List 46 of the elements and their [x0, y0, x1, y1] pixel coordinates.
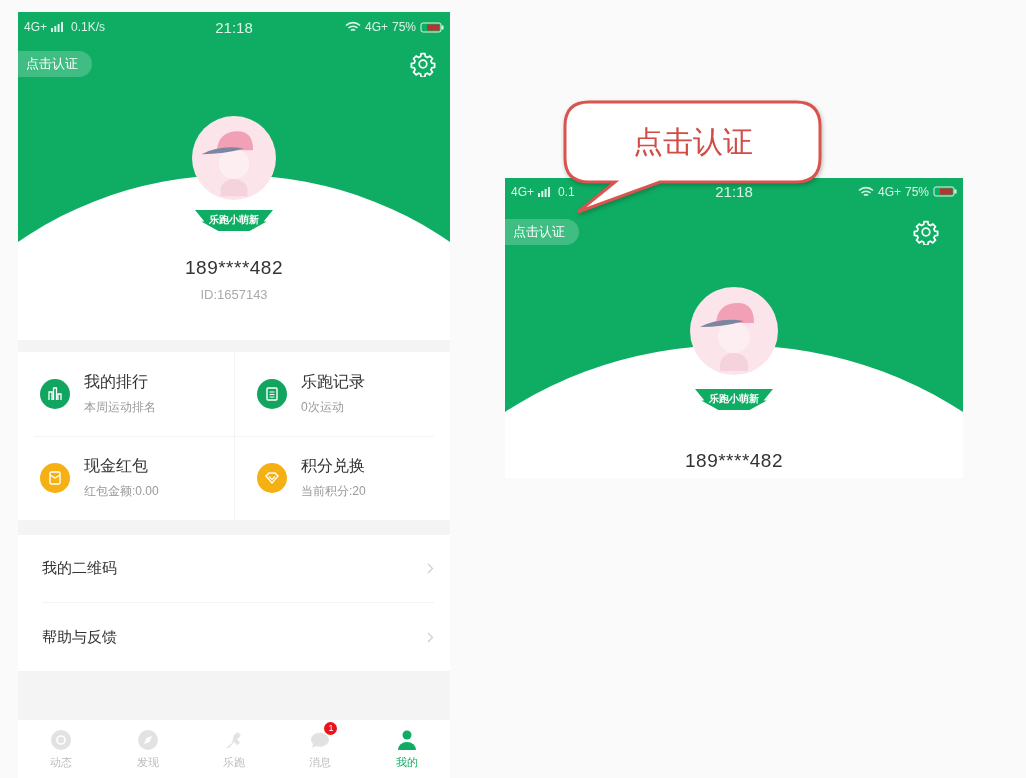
battery-percent: 75% [391, 20, 416, 34]
network-label: 4G+ [877, 184, 901, 199]
signal-icon [538, 186, 550, 197]
signal-icon [51, 22, 63, 32]
feature-subtitle: 当前积分:20 [301, 483, 366, 501]
network-label: 4G+ [364, 20, 388, 34]
settings-icon[interactable] [410, 51, 436, 77]
phone-number: 189****482 [185, 257, 283, 279]
callout-text: 点击认证 [632, 123, 753, 160]
user-id: ID:1657143 [200, 287, 268, 302]
feature-subtitle: 0次运动 [301, 398, 345, 416]
tab-button[interactable]: 消息 1 [277, 720, 364, 778]
notification-badge: 1 [324, 722, 338, 735]
battery-percent: 75% [904, 184, 929, 199]
battery-icon [420, 21, 444, 33]
feature-title: 现金红包 [84, 456, 149, 477]
feature-subtitle: 红包金额:0.00 [84, 483, 159, 501]
chevron-icon [427, 563, 434, 574]
battery-icon [933, 186, 957, 197]
settings-icon[interactable] [913, 219, 939, 245]
net-speed: 0.1 [558, 184, 575, 199]
tab-button[interactable]: 乐跑 [190, 720, 278, 778]
tab-button[interactable]: 我的 [363, 720, 451, 778]
network-label: 4G+ [511, 184, 534, 199]
phone-number: 189****482 [685, 450, 783, 472]
tab-button[interactable]: 发现 [104, 720, 191, 778]
chevron-icon [427, 631, 434, 643]
wifi-icon [857, 185, 874, 198]
net-speed: 0.1K/s [71, 20, 106, 34]
status-time: 21:18 [215, 18, 253, 36]
menu-item[interactable]: 帮助与反馈 [42, 603, 434, 671]
tab-icon [135, 728, 160, 752]
feature-title: 乐跑记录 [301, 371, 365, 392]
verify-button[interactable]: 点击认证 [18, 51, 92, 77]
status-time: 21:18 [715, 183, 753, 200]
menu-label: 我的二维码 [42, 559, 117, 578]
tab-icon [49, 728, 74, 752]
menu-item[interactable]: 我的二维码 [42, 535, 434, 603]
verify-button[interactable]: 点击认证 [505, 219, 579, 245]
feature-title: 我的排行 [84, 371, 149, 392]
wifi-icon [344, 21, 361, 33]
menu-label: 帮助与反馈 [42, 627, 117, 647]
feature-title: 积分兑换 [301, 456, 366, 477]
tab-button[interactable]: 动态 [18, 720, 105, 778]
feature-subtitle: 本周运动排名 [84, 398, 156, 416]
network-label: 4G+ [24, 20, 47, 34]
